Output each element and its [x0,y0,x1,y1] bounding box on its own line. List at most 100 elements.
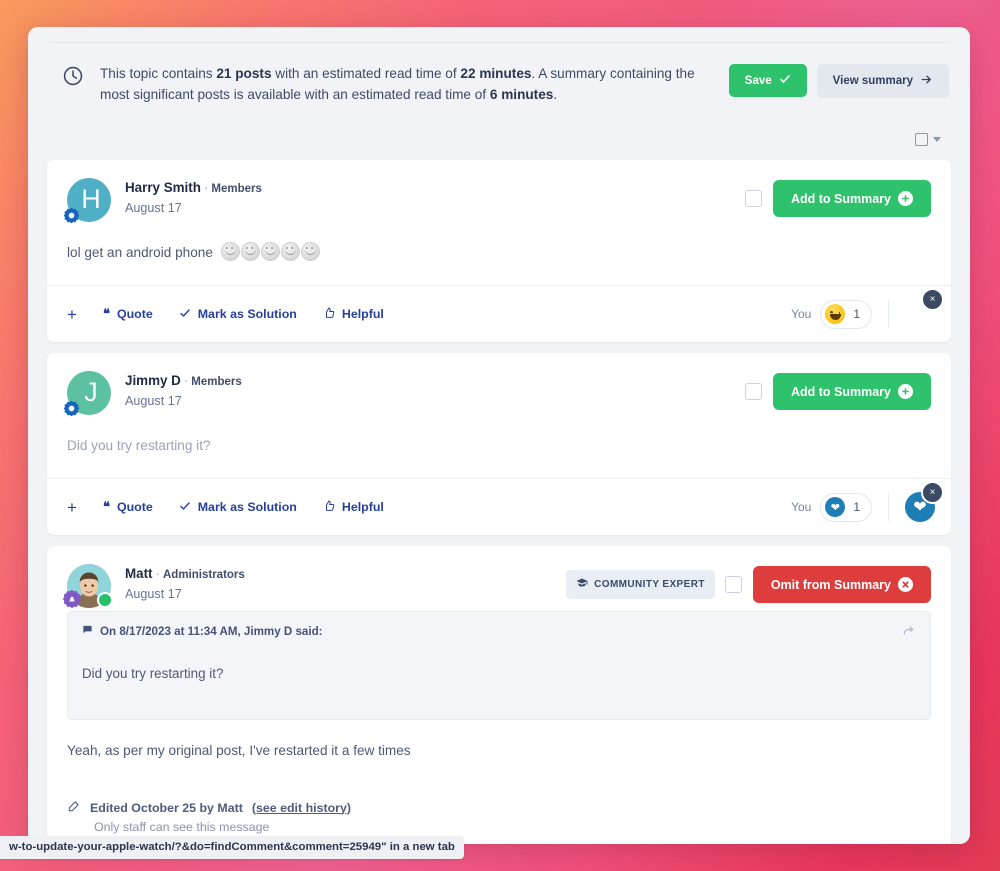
post-header-actions: COMMUNITY EXPERT Omit from Summary [566,564,931,603]
save-button[interactable]: Save [728,64,807,97]
comment-icon [82,624,93,638]
x-circle-icon [898,577,913,592]
view-summary-button[interactable]: View summary [816,64,949,98]
online-status-dot [97,592,113,608]
check-icon [179,307,191,322]
jump-to-post-icon[interactable] [902,624,916,641]
add-to-summary-button[interactable]: Add to Summary [772,180,931,217]
chevron-down-icon[interactable] [933,137,941,142]
post-body: Did you try restarting it? [47,415,951,462]
add-reaction-button[interactable]: + [67,499,77,516]
author-name[interactable]: Jimmy D [125,373,181,388]
thumbs-up-icon [323,499,335,515]
post-header: Matt · Administrators August 17 COMMUNITY … [47,546,951,609]
omit-from-summary-button[interactable]: Omit from Summary [752,566,931,603]
remove-reaction-button[interactable]: × [921,481,944,504]
author-separator: · [203,180,209,195]
mark-as-solution-button[interactable]: Mark as Solution [179,500,297,515]
community-expert-badge: COMMUNITY EXPERT [566,570,715,599]
reaction-divider [888,493,889,521]
reaction-count-pill[interactable]: 1 [820,299,872,329]
avatar[interactable] [62,564,113,609]
post-card: J Jimmy D · Members August 17 Add to Sum… [47,353,951,535]
post-select-checkbox[interactable] [744,190,762,207]
mark-as-solution-label: Mark as Solution [197,307,297,321]
edited-text: Edited October 25 by Matt [90,800,243,815]
quote-label: Quote [116,500,153,514]
post-reactions: You ❤ 1 ❤ × [791,481,944,522]
quote-label: Quote [116,307,153,321]
reaction-count: 1 [853,500,860,514]
you-label: You [791,500,812,514]
helpful-button[interactable]: Helpful [323,306,384,322]
rolling-on-the-floor-laughing-emoji [280,242,300,261]
post-text: lol get an android phone [67,245,213,260]
check-icon [179,500,191,515]
reaction-count: 1 [853,307,860,321]
reaction-divider [888,300,889,328]
browser-content-window: This topic contains 21 posts with an est… [28,27,970,844]
see-edit-history-link[interactable]: (see edit history) [252,801,351,815]
mark-as-solution-button[interactable]: Mark as Solution [179,307,297,322]
edited-note: Edited October 25 by Matt (see edit hist… [67,799,931,834]
post-select-checkbox[interactable] [724,576,742,593]
author-group: Administrators [163,569,245,581]
post-date[interactable]: August 17 [125,394,735,408]
post-header: J Jimmy D · Members August 17 Add to Sum… [47,353,951,417]
post-date[interactable]: August 17 [125,201,735,215]
rolling-on-the-floor-laughing-emoji [220,242,240,261]
post-date[interactable]: August 17 [125,587,566,601]
post-footer: + ❝ Quote Mark as Solution Helpful [47,478,951,535]
post-header-actions: Add to Summary [735,371,931,410]
remove-reaction-button[interactable]: × [921,288,944,311]
post-reactions: You 1 × [791,288,944,329]
add-to-summary-label: Add to Summary [790,191,891,206]
page-scroll-area[interactable]: This topic contains 21 posts with an est… [28,27,970,844]
plus-circle-icon [898,191,913,206]
avatar[interactable]: J [63,371,111,417]
add-to-summary-label: Add to Summary [790,384,891,399]
thumbs-up-icon [323,306,335,322]
helpful-label: Helpful [341,307,384,321]
quote-icon: ❝ [102,499,110,514]
author-name[interactable]: Harry Smith [125,180,201,195]
post-header-actions: Add to Summary [735,178,931,217]
quote-button[interactable]: ❝ Quote [103,499,153,515]
clock-icon [62,65,84,92]
community-expert-label: COMMUNITY EXPERT [594,579,705,590]
post-card: H Harry Smith · Members August 17 Add to… [47,160,951,342]
helpful-button[interactable]: Helpful [323,499,384,515]
arrow-right-icon [920,73,933,89]
select-all-row[interactable] [47,127,951,160]
post-card: Matt · Administrators August 17 COMMUNITY … [47,546,951,844]
author-group: Members [191,376,242,388]
reaction-count-pill[interactable]: ❤ 1 [820,492,872,522]
quoted-post: On 8/17/2023 at 11:34 AM, Jimmy D said: … [67,611,931,720]
haha-reaction-icon [825,304,846,324]
check-icon [779,73,791,88]
my-reaction[interactable]: × [905,288,944,329]
gear-badge-icon [63,400,80,417]
you-label: You [791,307,812,321]
checkbox-icon[interactable] [915,133,928,146]
add-to-summary-button[interactable]: Add to Summary [772,373,931,410]
avatar[interactable]: H [63,178,111,224]
quote-button[interactable]: ❝ Quote [103,306,153,322]
quote-header: On 8/17/2023 at 11:34 AM, Jimmy D said: [68,612,930,648]
my-reaction[interactable]: ❤ × [905,481,944,522]
post-author-block: Harry Smith · Members August 17 [125,178,735,215]
plus-circle-icon [898,384,913,399]
pencil-edit-icon [67,799,81,816]
post-select-checkbox[interactable] [744,383,762,400]
add-reaction-button[interactable]: + [67,306,77,323]
omit-from-summary-label: Omit from Summary [770,577,891,592]
plus-icon: + [67,304,77,324]
browser-status-bar: w-to-update-your-apple-watch/?&do=findCo… [0,836,464,859]
post-footer-actions: + ❝ Quote Mark as Solution Helpful [67,306,384,323]
author-name[interactable]: Matt [125,566,153,581]
post-header: H Harry Smith · Members August 17 Add to… [47,160,951,224]
quote-header-text: On 8/17/2023 at 11:34 AM, Jimmy D said: [100,624,323,638]
post-body: lol get an android phone [47,222,951,269]
summary-notice-text: This topic contains 21 posts with an est… [100,66,695,102]
post-footer-actions: + ❝ Quote Mark as Solution Helpful [67,499,384,516]
